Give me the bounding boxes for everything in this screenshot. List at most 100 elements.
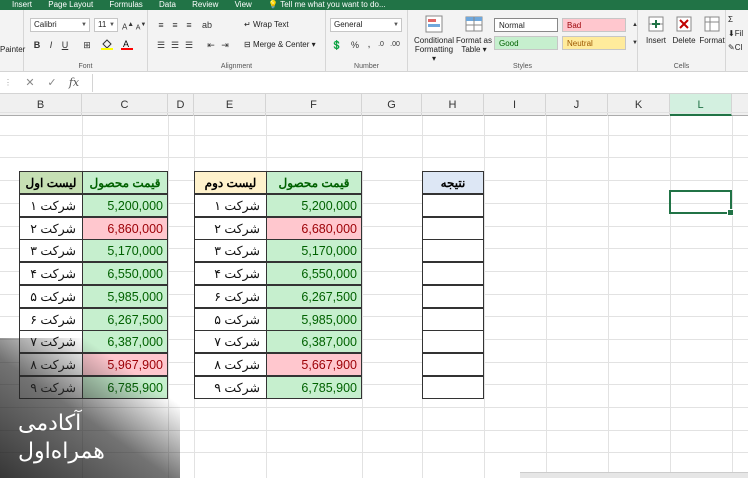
table2-list-header[interactable]: لیست دوم <box>194 171 267 194</box>
delete-cells-button[interactable]: Delete <box>670 14 698 45</box>
italic-button[interactable]: I <box>44 38 58 52</box>
table2-name-cell[interactable]: شرکت ۹ <box>194 376 267 399</box>
grow-font-icon[interactable]: A▲ <box>121 18 135 32</box>
align-right-icon[interactable]: ☰ <box>182 38 196 52</box>
table2-price-header[interactable]: قیمت محصول <box>266 171 362 194</box>
align-left-icon[interactable]: ☰ <box>154 38 168 52</box>
table2-price-cell[interactable]: 5,170,000 <box>266 239 362 262</box>
increase-indent-icon[interactable]: ⇥ <box>218 38 232 52</box>
table1-price-cell[interactable]: 5,170,000 <box>82 239 168 262</box>
table2-name-cell[interactable]: شرکت ۳ <box>194 239 267 262</box>
table2-name-cell[interactable]: شرکت ۵ <box>194 308 267 331</box>
borders-icon[interactable]: ⊞ <box>80 38 94 52</box>
table2-name-cell[interactable]: شرکت ۱ <box>194 194 267 217</box>
result-cell[interactable] <box>422 376 484 399</box>
fill-button[interactable]: ⬇Fil <box>728 28 743 40</box>
autosum-icon[interactable]: Σ <box>728 14 733 26</box>
selected-cell[interactable] <box>669 190 734 216</box>
font-size-select[interactable]: 11 ▼ <box>94 18 118 32</box>
enter-icon[interactable]: ✓ <box>44 75 60 91</box>
result-cell[interactable] <box>422 194 484 217</box>
style-neutral[interactable]: Neutral <box>562 36 626 50</box>
table1-price-header[interactable]: قیمت محصول <box>82 171 168 194</box>
format-cells-button[interactable]: Format <box>698 14 726 45</box>
align-center-icon[interactable]: ☰ <box>168 38 182 52</box>
tab-view[interactable]: View <box>235 0 252 9</box>
name-box-handle-icon[interactable]: ⋮ <box>4 75 16 91</box>
table2-name-cell[interactable]: شرکت ۸ <box>194 353 267 376</box>
style-good[interactable]: Good <box>494 36 558 50</box>
result-cell[interactable] <box>422 330 484 353</box>
table2-price-cell[interactable]: 6,680,000 <box>266 217 362 240</box>
tab-insert[interactable]: Insert <box>12 0 32 9</box>
result-header[interactable]: نتیجه <box>422 171 484 194</box>
fill-label: Fil <box>734 29 744 38</box>
alignment-group: ≡ ≡ ≡ ab ↵ Wrap Text ☰ ☰ ☰ ⇤ ⇥ ⊟ Merge &… <box>148 10 326 71</box>
table1-name-cell[interactable]: شرکت ۶ <box>19 308 83 331</box>
result-cell[interactable] <box>422 239 484 262</box>
style-normal[interactable]: Normal <box>494 18 558 32</box>
underline-button[interactable]: U <box>58 38 72 52</box>
tab-page-layout[interactable]: Page Layout <box>48 0 93 9</box>
result-cell[interactable] <box>422 353 484 376</box>
table1-name-cell[interactable]: شرکت ۴ <box>19 262 83 285</box>
table2-name-cell[interactable]: شرکت ۴ <box>194 262 267 285</box>
horizontal-scrollbar[interactable] <box>520 472 748 478</box>
wrap-text-button[interactable]: ↵ Wrap Text <box>244 19 289 31</box>
font-color-icon[interactable]: A <box>120 38 134 52</box>
result-cell[interactable] <box>422 217 484 240</box>
orientation-icon[interactable]: ab <box>200 18 214 32</box>
accounting-format-icon[interactable]: 💲 <box>330 38 344 52</box>
tab-formulas[interactable]: Formulas <box>109 0 142 9</box>
tab-data[interactable]: Data <box>159 0 176 9</box>
table1-price-cell[interactable]: 5,200,000 <box>82 194 168 217</box>
cancel-icon[interactable]: ✕ <box>22 75 38 91</box>
bold-button[interactable]: B <box>30 38 44 52</box>
result-cell[interactable] <box>422 262 484 285</box>
fill-color-icon[interactable] <box>100 38 114 52</box>
decrease-decimal-icon[interactable]: .00 <box>388 38 402 52</box>
table2-price-cell[interactable]: 5,200,000 <box>266 194 362 217</box>
table2-name-cell[interactable]: شرکت ۶ <box>194 285 267 308</box>
format-painter-button[interactable]: Painter <box>0 44 25 56</box>
percent-style-icon[interactable]: % <box>348 38 362 52</box>
align-middle-icon[interactable]: ≡ <box>168 18 182 32</box>
shrink-font-icon[interactable]: A▼ <box>134 18 148 32</box>
result-cell[interactable] <box>422 285 484 308</box>
table1-list-header[interactable]: لیست اول <box>19 171 83 194</box>
number-format-select[interactable]: General ▼ <box>330 18 402 32</box>
table1-name-cell[interactable]: شرکت ۲ <box>19 217 83 240</box>
font-name-select[interactable]: Calibri ▼ <box>30 18 90 32</box>
clear-button[interactable]: ✎Cl <box>728 42 742 54</box>
table2-price-cell[interactable]: 6,387,000 <box>266 330 362 353</box>
table1-price-cell[interactable]: 6,267,500 <box>82 308 168 331</box>
tell-me-search[interactable]: 💡 Tell me what you want to do... <box>268 0 400 9</box>
format-cells-label: Format <box>699 36 725 45</box>
table1-price-cell[interactable]: 6,860,000 <box>82 217 168 240</box>
format-as-table-button[interactable]: Format as Table ▾ <box>456 14 492 54</box>
table2-name-cell[interactable]: شرکت ۲ <box>194 217 267 240</box>
table2-price-cell[interactable]: 6,267,500 <box>266 285 362 308</box>
table1-name-cell[interactable]: شرکت ۵ <box>19 285 83 308</box>
formula-input[interactable] <box>92 74 748 92</box>
merge-center-button[interactable]: ⊟ Merge & Center ▾ <box>244 39 316 51</box>
table1-price-cell[interactable]: 6,550,000 <box>82 262 168 285</box>
table1-name-cell[interactable]: شرکت ۳ <box>19 239 83 262</box>
table1-price-cell[interactable]: 5,985,000 <box>82 285 168 308</box>
style-bad[interactable]: Bad <box>562 18 626 32</box>
table1-name-cell[interactable]: شرکت ۱ <box>19 194 83 217</box>
conditional-formatting-button[interactable]: Conditional Formatting ▾ <box>412 14 456 63</box>
decrease-indent-icon[interactable]: ⇤ <box>204 38 218 52</box>
table2-price-cell[interactable]: 5,985,000 <box>266 308 362 331</box>
align-bottom-icon[interactable]: ≡ <box>182 18 196 32</box>
insert-cells-button[interactable]: Insert <box>642 14 670 45</box>
result-cell[interactable] <box>422 308 484 331</box>
align-top-icon[interactable]: ≡ <box>154 18 168 32</box>
table2-price-cell[interactable]: 5,667,900 <box>266 353 362 376</box>
table2-price-cell[interactable]: 6,550,000 <box>266 262 362 285</box>
increase-decimal-icon[interactable]: .0 <box>374 38 388 52</box>
table2-price-cell[interactable]: 6,785,900 <box>266 376 362 399</box>
table2-name-cell[interactable]: شرکت ۷ <box>194 330 267 353</box>
insert-function-icon[interactable]: fx <box>66 75 82 91</box>
tab-review[interactable]: Review <box>192 0 218 9</box>
